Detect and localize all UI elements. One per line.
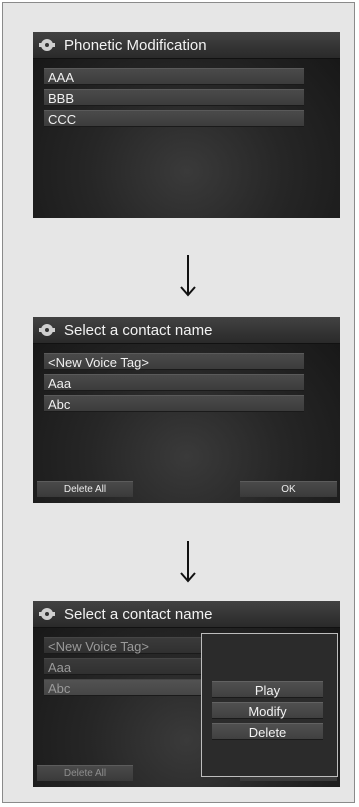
list-item-aaa[interactable]: AAA bbox=[44, 68, 304, 85]
arrow-down-icon bbox=[180, 541, 196, 583]
modify-option[interactable]: Modify bbox=[212, 702, 323, 719]
list-item-bbb[interactable]: BBB bbox=[44, 89, 304, 106]
screen-title: Select a contact name bbox=[64, 321, 213, 339]
screen-title-bar: Select a contact name bbox=[33, 317, 340, 344]
list-item-ccc[interactable]: CCC bbox=[44, 110, 304, 127]
play-option[interactable]: Play bbox=[212, 681, 323, 698]
manual-frame: Phonetic Modification AAA BBB CCC Select… bbox=[2, 2, 355, 803]
screen-title: Select a contact name bbox=[64, 605, 213, 623]
delete-option[interactable]: Delete bbox=[212, 723, 323, 740]
list-item-aaa[interactable]: Aaa bbox=[44, 374, 304, 391]
gear-icon bbox=[39, 39, 55, 51]
select-contact-options-screen: Select a contact name <New Voice Tag> Aa… bbox=[33, 601, 340, 787]
list-item-abc[interactable]: Abc bbox=[44, 395, 304, 412]
gear-icon bbox=[39, 324, 55, 336]
phonetic-modification-screen: Phonetic Modification AAA BBB CCC bbox=[33, 32, 340, 218]
screen-title-bar: Phonetic Modification bbox=[33, 32, 340, 59]
select-contact-screen: Select a contact name <New Voice Tag> Aa… bbox=[33, 317, 340, 503]
options-popup: Play Modify Delete bbox=[201, 633, 338, 777]
list-item-new-voice-tag[interactable]: <New Voice Tag> bbox=[44, 353, 304, 370]
arrow-down-icon bbox=[180, 255, 196, 297]
screen-title: Phonetic Modification bbox=[64, 36, 207, 54]
delete-all-button[interactable]: Delete All bbox=[37, 481, 133, 497]
delete-all-button: Delete All bbox=[37, 765, 133, 781]
ok-button[interactable]: OK bbox=[240, 481, 337, 497]
gear-icon bbox=[39, 608, 55, 620]
screen-title-bar: Select a contact name bbox=[33, 601, 340, 628]
